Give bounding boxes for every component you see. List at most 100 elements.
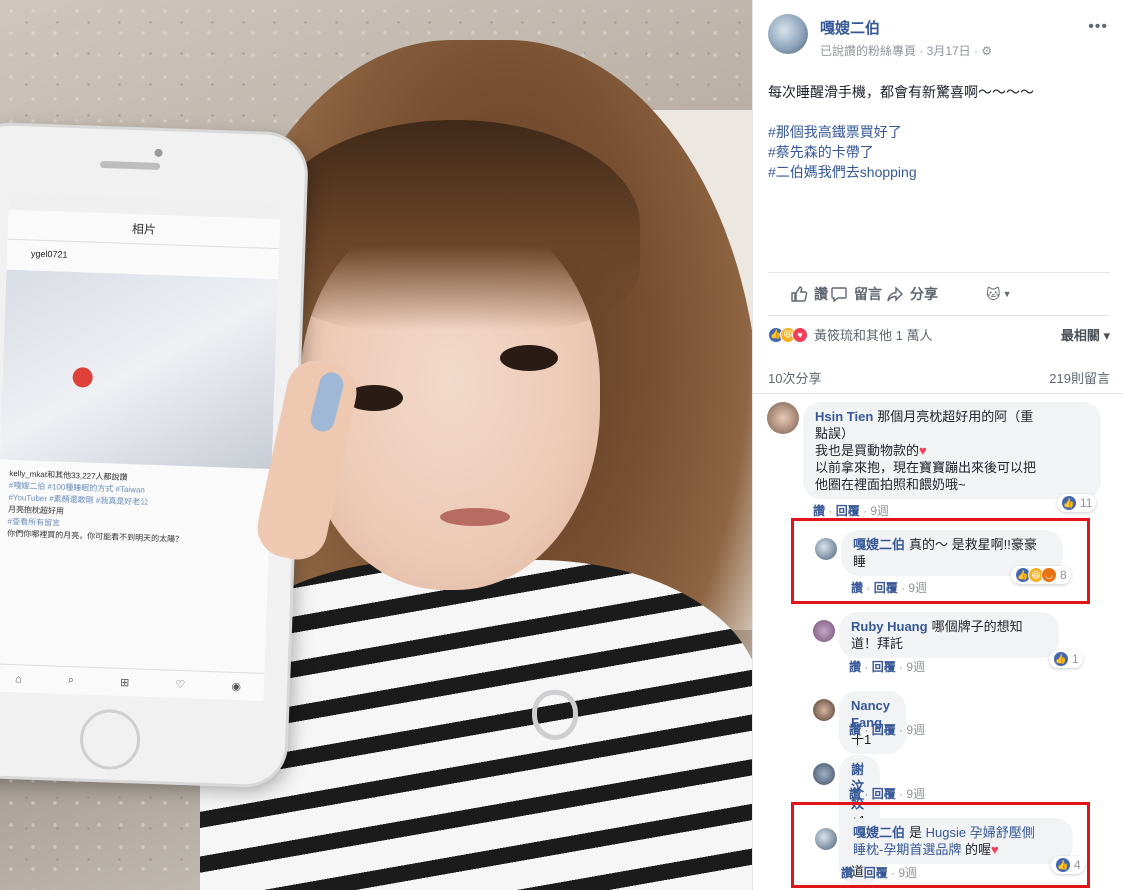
instagram-photo <box>0 269 279 470</box>
right-eye <box>500 345 558 371</box>
comment-bubble: Ruby Huang 哪個牌子的想知 道！拜託 <box>839 612 1059 658</box>
share-button[interactable]: 分享 <box>886 284 938 304</box>
comment-like-link[interactable]: 讚 <box>849 723 861 737</box>
commenter-name[interactable]: 嘎嫂二伯 <box>853 537 905 552</box>
comment-reply-link[interactable]: 回覆 <box>872 660 896 674</box>
comment-actions: 讚 · 回覆 · 9週 <box>849 723 926 737</box>
comment-reactions[interactable]: 👍 😆 ◡ 8 <box>1011 566 1071 584</box>
post-body: 每次睡醒滑手機，都會有新驚喜啊～～～～ <box>768 84 1034 100</box>
comment-time[interactable]: 9週 <box>898 866 917 880</box>
comment-text: 那個月亮枕超好用的阿（重 <box>877 409 1034 424</box>
comment-reactions[interactable]: 👍 1 <box>1049 650 1083 668</box>
post-meta: 已說讚的粉絲專頁 · 3月17日 · ⚙ <box>820 42 992 59</box>
phone-speaker <box>100 160 161 170</box>
comment-reply-link[interactable]: 回覆 <box>874 581 898 595</box>
commenter-avatar[interactable] <box>767 402 799 434</box>
comment-time[interactable]: 9週 <box>908 581 927 595</box>
comment-text: 我也是買動物款的 <box>815 443 920 458</box>
hashtag[interactable]: #蔡先森的卡帶了 <box>768 142 917 162</box>
hashtags: #那個我高鐵票買好了 #蔡先森的卡帶了 #二伯媽我們去shopping <box>768 122 917 182</box>
comment-actions: 讚 · 回覆 · 9週 <box>849 787 926 801</box>
comment-like-link[interactable]: 讚 <box>849 787 861 801</box>
commenter-avatar[interactable] <box>813 699 835 721</box>
post-header: 嘎嫂二伯 已說讚的粉絲專頁 · 3月17日 · ⚙ <box>768 14 992 59</box>
commenter-name[interactable]: Hsin Tien <box>815 409 873 424</box>
heart-icon: ♥ <box>990 842 999 857</box>
comment-like-link[interactable]: 讚 <box>851 581 863 595</box>
comment-time[interactable]: 9週 <box>870 504 889 518</box>
comment-actions: 讚 · 回覆 · 9週 <box>813 504 890 518</box>
comment-text: 道！拜託 <box>851 636 904 651</box>
hashtag[interactable]: #二伯媽我們去shopping <box>768 162 917 182</box>
instagram-tabs: ⌂ ⌕ ⊞ ♡ ◉ <box>0 663 265 701</box>
thumbs-up-icon <box>791 286 808 302</box>
front-camera <box>154 148 163 158</box>
engagement-counts: 10次分享 219則留言 <box>768 368 1110 387</box>
comment-text: 的喔 <box>961 842 991 857</box>
bangs <box>270 120 640 330</box>
comment-reply-link[interactable]: 回覆 <box>872 723 896 737</box>
share-count[interactable]: 10次分享 <box>768 368 821 387</box>
comment-like-link[interactable]: 讚 <box>813 504 825 518</box>
page-link[interactable]: Hugsie 孕婦舒壓側 <box>926 825 1035 840</box>
page-avatar[interactable] <box>768 14 808 54</box>
page-link[interactable]: 睡枕-孕期首選品牌 <box>853 842 961 857</box>
post-photo[interactable]: 相片 ygel0721 kelly_mkat和其他33,227人都說讚 #嘎嫂二… <box>0 0 752 890</box>
comment-reply-link[interactable]: 回覆 <box>836 504 860 518</box>
profile-icon: ◉ <box>231 680 242 694</box>
like-reaction-icon: 👍 <box>1053 651 1069 667</box>
like-button[interactable]: 讚 <box>790 284 828 304</box>
comment-text: 真的～ 是救星啊!!豪豪 <box>909 537 1037 552</box>
comment-text: 哪個牌子的想知 <box>931 619 1023 634</box>
sort-dropdown[interactable]: 最相關 ▾ <box>1061 325 1110 344</box>
reaction-count: 4 <box>1074 858 1081 872</box>
comment-actions: 讚 · 回覆 · 9週 <box>849 660 926 674</box>
header-text: 嘎嫂二伯 已說讚的粉絲專頁 · 3月17日 · ⚙ <box>820 14 992 59</box>
love-reaction-icon: ♥ <box>792 326 808 343</box>
comment-button[interactable]: 留言 <box>830 284 882 304</box>
nav-title: 相片 <box>131 222 157 237</box>
heart-necklace <box>532 690 578 740</box>
comment-reactions[interactable]: 👍 4 <box>1051 856 1085 874</box>
phone-screen: 相片 ygel0721 kelly_mkat和其他33,227人都說讚 #嘎嫂二… <box>0 191 281 701</box>
hashtag[interactable]: #那個我高鐵票買好了 <box>768 122 917 142</box>
comment-count[interactable]: 219則留言 <box>1049 368 1110 387</box>
more-icon[interactable]: ••• <box>1088 18 1108 36</box>
like-reaction-icon: 👍 <box>1061 495 1077 511</box>
commenter-avatar[interactable] <box>813 763 835 785</box>
comment-bubble: 嘎嫂二伯是 Hugsie 孕婦舒壓側 睡枕-孕期首選品牌 的喔♥ <box>841 818 1073 864</box>
like-label: 讚 <box>814 286 828 302</box>
commenter-name[interactable]: 嘎嫂二伯 <box>853 825 905 840</box>
post-panel: 嘎嫂二伯 已說讚的粉絲專頁 · 3月17日 · ⚙ ••• 每次睡醒滑手機，都會… <box>752 0 1124 890</box>
commenter-avatar[interactable] <box>813 620 835 642</box>
divider <box>753 393 1124 394</box>
page-name[interactable]: 嘎嫂二伯 <box>820 17 992 38</box>
comment-icon <box>831 287 847 303</box>
comment-like-link[interactable]: 讚 <box>841 866 853 880</box>
reactions-summary[interactable]: 👍 😆 ♥ 黃筱琉和其他 1 萬人 最相關 ▾ <box>768 325 1110 344</box>
reactors-text[interactable]: 黃筱琉和其他 1 萬人 <box>814 325 932 344</box>
comment-actions: 讚 · 回覆 · 9週 <box>851 581 928 595</box>
profile-reaction-icon: 🐱 <box>986 285 1001 302</box>
reaction-count: 8 <box>1060 568 1067 582</box>
comment-time[interactable]: 9週 <box>906 723 925 737</box>
comment-reactions[interactable]: 👍 11 <box>1057 494 1097 512</box>
comment-time[interactable]: 9週 <box>906 660 925 674</box>
comment-time[interactable]: 9週 <box>906 787 925 801</box>
comment-like-link[interactable]: 讚 <box>849 660 861 674</box>
globe-icon: ⚙ <box>981 44 993 58</box>
heart-icon: ♡ <box>175 678 186 692</box>
commenter-name[interactable]: Ruby Huang <box>851 619 928 634</box>
search-icon: ⌕ <box>67 674 75 687</box>
commenter-avatar[interactable] <box>815 538 837 560</box>
reaction-picker[interactable]: 🐱 ▼ <box>986 286 1012 303</box>
action-bar: 讚 留言 分享 🐱 ▼ <box>768 272 1110 316</box>
reaction-count: 11 <box>1080 496 1093 510</box>
home-button <box>79 708 142 771</box>
share-icon <box>887 286 903 302</box>
comment-text: 以前拿來抱，現在寶寶蹦出來後可以把 <box>815 460 1037 475</box>
comment-text: 是 <box>909 825 923 840</box>
commenter-avatar[interactable] <box>815 828 837 850</box>
comment-reply-link[interactable]: 回覆 <box>864 866 888 880</box>
comment-reply-link[interactable]: 回覆 <box>872 787 896 801</box>
